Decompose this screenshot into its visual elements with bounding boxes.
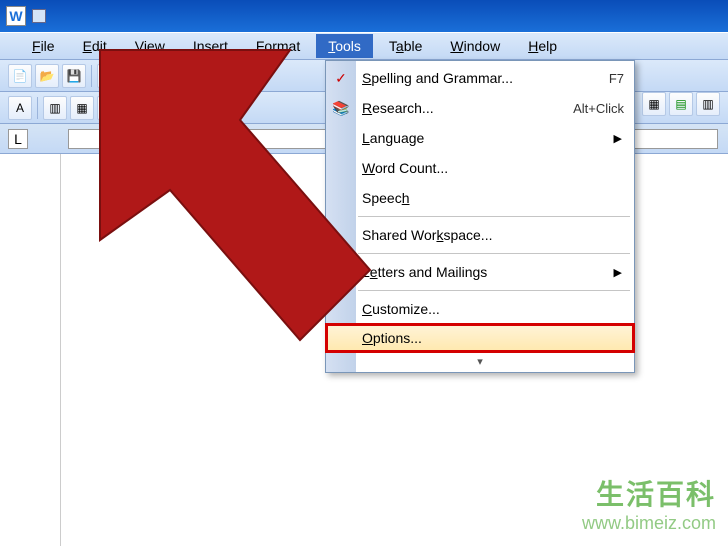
- menu-item-label: Language: [362, 130, 624, 146]
- menu-shared-workspace[interactable]: Shared Workspace...: [326, 220, 634, 250]
- menu-letters-mailings[interactable]: Letters and Mailings ▶: [326, 257, 634, 287]
- open-icon[interactable]: 📂: [35, 64, 59, 88]
- menu-shortcut: Alt+Click: [573, 101, 624, 116]
- menu-separator: [358, 216, 630, 217]
- menu-insert[interactable]: Insert: [181, 34, 240, 58]
- submenu-arrow-icon: ▶: [614, 132, 622, 145]
- doc-icon: [32, 9, 46, 23]
- menu-format[interactable]: Format: [244, 34, 312, 58]
- toolbar-separator: [91, 65, 92, 87]
- menu-separator: [358, 290, 630, 291]
- menu-item-label: Speech: [362, 190, 624, 206]
- tools-dropdown: ✓ Spelling and Grammar... F7 📚 Research.…: [325, 60, 635, 373]
- menu-expand-chevron[interactable]: ▾: [326, 352, 634, 370]
- watermark-text: 生活百科: [582, 473, 716, 513]
- columns-btn-icon[interactable]: ▥: [43, 96, 67, 120]
- research-icon: 📚: [330, 97, 352, 119]
- spellcheck-icon: ✓: [330, 67, 352, 89]
- watermark-url: www.bimeiz.com: [582, 513, 716, 534]
- excel-icon[interactable]: ▤: [669, 92, 693, 116]
- menu-help[interactable]: Help: [516, 34, 569, 58]
- tables-icon[interactable]: ▦: [642, 92, 666, 116]
- menu-language[interactable]: Language ▶: [326, 123, 634, 153]
- preview-icon[interactable]: 🔍: [124, 64, 148, 88]
- toolbar-separator: [153, 65, 154, 87]
- columns-icon[interactable]: ▥: [696, 92, 720, 116]
- menu-item-label: Letters and Mailings: [362, 264, 624, 280]
- spellcheck-icon[interactable]: ✓: [159, 64, 183, 88]
- menu-item-label: Word Count...: [362, 160, 624, 176]
- left-margin: [0, 154, 60, 546]
- new-doc-icon[interactable]: 📄: [8, 64, 32, 88]
- cut-icon[interactable]: ✂: [221, 64, 245, 88]
- table-btn-icon[interactable]: ▦: [70, 96, 94, 120]
- insert-rows-icon[interactable]: ⊞: [132, 96, 156, 120]
- watermark: 生活百科 www.bimeiz.com: [582, 473, 716, 534]
- style-icon[interactable]: A: [8, 96, 32, 120]
- menu-shortcut: F7: [609, 71, 624, 86]
- print-icon[interactable]: 🖨: [97, 64, 121, 88]
- word-app-icon: W: [6, 6, 26, 26]
- menu-item-label: Customize...: [362, 301, 624, 317]
- menu-customize[interactable]: Customize...: [326, 294, 634, 324]
- toolbar-separator: [126, 97, 127, 119]
- menu-file[interactable]: File: [20, 34, 67, 58]
- save-icon[interactable]: 💾: [62, 64, 86, 88]
- menu-research[interactable]: 📚 Research... Alt+Click: [326, 93, 634, 123]
- research-icon[interactable]: 📚: [186, 64, 210, 88]
- toolbar-separator: [215, 65, 216, 87]
- tab-selector[interactable]: L: [8, 129, 28, 149]
- menu-speech[interactable]: Speech: [326, 183, 634, 213]
- menu-item-label: Shared Workspace...: [362, 227, 624, 243]
- menubar: File Edit View Insert Format Tools Table…: [0, 32, 728, 60]
- toolbar-separator: [37, 97, 38, 119]
- menu-item-label: Spelling and Grammar...: [362, 70, 609, 86]
- menu-item-label: Research...: [362, 100, 573, 116]
- menu-window[interactable]: Window: [438, 34, 512, 58]
- menu-separator: [358, 253, 630, 254]
- menu-word-count[interactable]: Word Count...: [326, 153, 634, 183]
- menu-spelling-grammar[interactable]: ✓ Spelling and Grammar... F7: [326, 63, 634, 93]
- menu-item-label: Options...: [362, 330, 622, 346]
- menu-options[interactable]: Options...: [325, 323, 635, 353]
- menu-table[interactable]: Table: [377, 34, 434, 58]
- menu-edit[interactable]: Edit: [71, 34, 119, 58]
- menu-view[interactable]: View: [123, 34, 177, 58]
- menu-tools[interactable]: Tools: [316, 34, 373, 58]
- submenu-arrow-icon: ▶: [614, 266, 622, 279]
- titlebar: W: [0, 0, 728, 32]
- merge-icon[interactable]: ⊟: [159, 96, 183, 120]
- border-icon[interactable]: ▢: [97, 96, 121, 120]
